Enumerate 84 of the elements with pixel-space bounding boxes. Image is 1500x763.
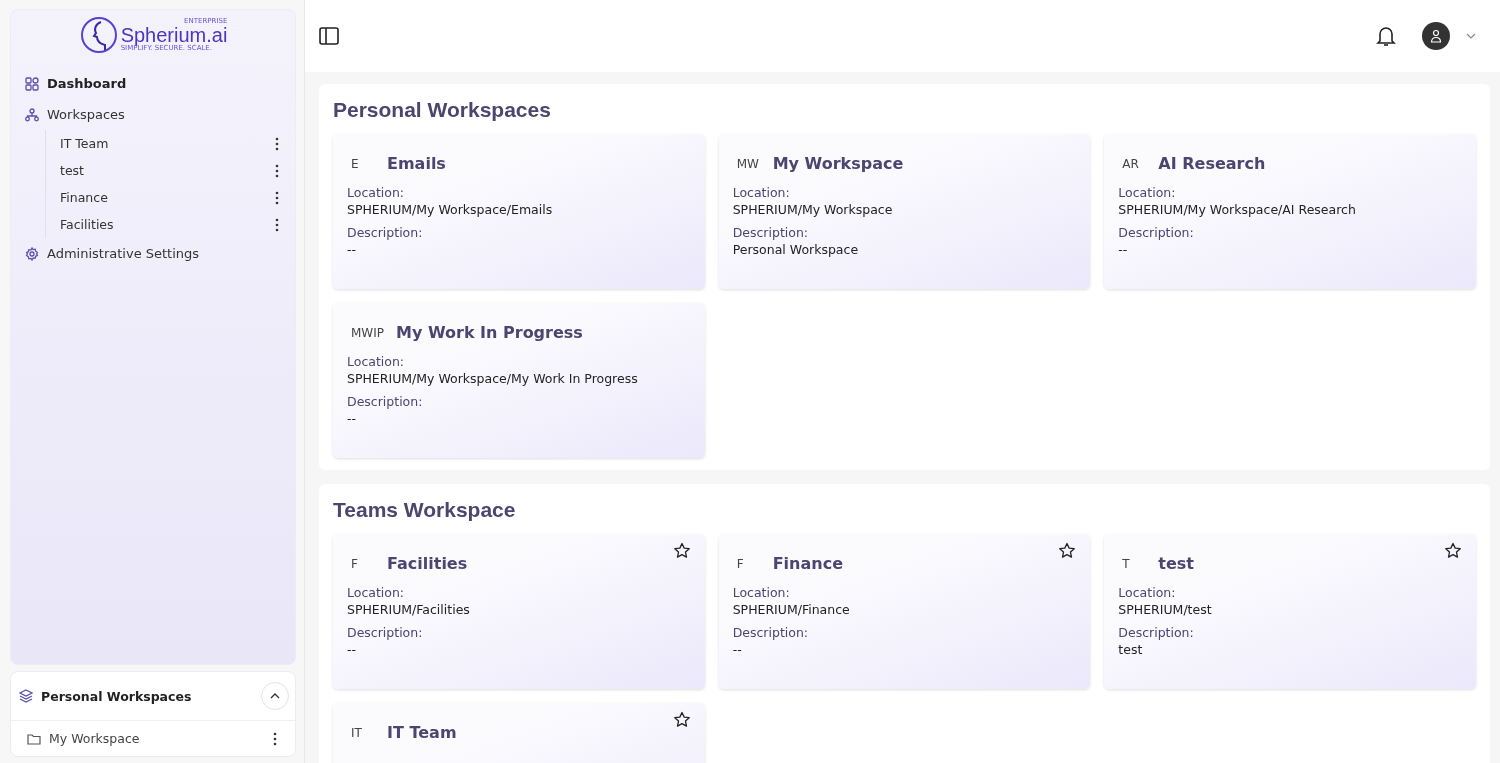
- user-avatar[interactable]: [1422, 22, 1450, 50]
- workspace-item[interactable]: IT Team: [46, 130, 283, 157]
- chevron-up-icon: [270, 693, 280, 699]
- section-title: Teams Workspace: [333, 498, 517, 522]
- description-value: --: [1118, 242, 1129, 257]
- more-options-icon[interactable]: [275, 136, 279, 151]
- star-icon[interactable]: [672, 711, 691, 729]
- workspace-initials: F: [735, 556, 745, 571]
- workspace-card[interactable]: E Emails Location: SPHERIUM/My Workspace/Emails Description: --: [333, 134, 705, 289]
- workspace-initials: E: [350, 156, 360, 171]
- layers-icon: [19, 689, 33, 703]
- panel-title: Personal Workspaces: [41, 688, 193, 704]
- settings-icon: [25, 246, 39, 261]
- description-value: --: [347, 242, 358, 257]
- location-label: Location:: [347, 585, 406, 600]
- location-label: Location:: [732, 585, 791, 600]
- location-value: SPHERIUM/Finance: [732, 602, 851, 617]
- workspace-item[interactable]: test: [46, 157, 283, 184]
- workspace-item[interactable]: Facilities: [46, 211, 283, 238]
- description-value: --: [347, 411, 358, 426]
- more-options-icon[interactable]: [273, 731, 277, 746]
- workspace-card[interactable]: IT IT Team: [333, 703, 705, 763]
- location-value: SPHERIUM/My Workspace/Emails: [347, 202, 554, 217]
- grid-icon: [25, 76, 39, 91]
- workspace-title: Facilities: [387, 554, 468, 573]
- workspace-title: My Workspace: [772, 154, 904, 173]
- star-icon[interactable]: [672, 542, 691, 560]
- folder-icon: [27, 732, 41, 745]
- nav-item[interactable]: Dashboard: [23, 68, 283, 99]
- description-label: Description:: [347, 225, 424, 240]
- more-options-icon[interactable]: [275, 217, 279, 232]
- workspace-title: AI Research: [1158, 154, 1266, 173]
- description-value: --: [732, 642, 743, 657]
- workspace-card[interactable]: F Facilities Location: SPHERIUM/Facilities Description: --: [333, 534, 705, 689]
- head-profile-logo-icon: [78, 16, 119, 54]
- workspace-card[interactable]: MWIP My Work In Progress Location: SPHERIUM/My Workspace/My Work In Progress Description: --: [333, 303, 705, 458]
- location-label: Location:: [347, 354, 406, 369]
- more-options-icon[interactable]: [275, 190, 279, 205]
- workspace-title: IT Team: [387, 723, 457, 742]
- description-label: Description:: [1118, 225, 1195, 240]
- chevron-down-icon[interactable]: [1466, 33, 1476, 39]
- section-title: Personal Workspaces: [333, 98, 552, 122]
- location-value: SPHERIUM/My Workspace/AI Research: [1118, 202, 1357, 217]
- notification-bell-icon[interactable]: [1376, 25, 1396, 47]
- workspace-title: Emails: [387, 154, 446, 173]
- nav-item[interactable]: Workspaces: [23, 99, 283, 130]
- workspace-item[interactable]: My Workspace: [11, 721, 295, 756]
- workspace-title: My Work In Progress: [396, 323, 583, 342]
- workspace-initials: F: [350, 556, 359, 571]
- description-value: --: [347, 642, 358, 657]
- location-label: Location:: [1118, 585, 1177, 600]
- location-value: SPHERIUM/My Workspace/My Work In Progress: [347, 371, 639, 386]
- workspace-card[interactable]: F Finance Location: SPHERIUM/Finance Description: --: [718, 534, 1091, 689]
- location-label: Location:: [347, 185, 406, 200]
- workspace-item[interactable]: Finance: [46, 184, 283, 211]
- description-label: Description:: [732, 225, 810, 240]
- description-label: Description:: [347, 394, 424, 409]
- description-label: Description:: [1118, 625, 1195, 640]
- workspace-initials: IT: [350, 725, 363, 740]
- workspace-initials: MW: [735, 156, 760, 171]
- workspace-initials: MWIP: [350, 325, 384, 340]
- star-icon[interactable]: [1058, 542, 1077, 560]
- nav-item[interactable]: Administrative Settings: [23, 238, 283, 269]
- workspace-initials: AR: [1121, 156, 1140, 171]
- workspace-title: test: [1158, 554, 1194, 573]
- location-value: SPHERIUM/Facilities: [347, 602, 471, 617]
- workspace-title: Finance: [772, 554, 843, 573]
- description-label: Description:: [732, 625, 810, 640]
- star-icon[interactable]: [1444, 542, 1462, 560]
- workspace-card[interactable]: T test Location: SPHERIUM/test Description: test: [1104, 534, 1476, 689]
- sidebar-toggle-icon[interactable]: [319, 27, 339, 45]
- workspace-initials: T: [1121, 556, 1131, 571]
- location-label: Location:: [1118, 185, 1177, 200]
- description-value: Personal Workspace: [732, 242, 860, 257]
- location-value: SPHERIUM/test: [1118, 602, 1213, 617]
- description-label: Description:: [347, 625, 424, 640]
- description-value: test: [1118, 642, 1144, 657]
- workspace-card[interactable]: MW My Workspace Location: SPHERIUM/My Workspace Description: Personal Workspace: [718, 134, 1091, 289]
- hierarchy-icon: [25, 107, 39, 122]
- location-label: Location:: [732, 185, 791, 200]
- logo-name: Spherium.ai: [120, 25, 228, 45]
- workspace-card[interactable]: AR AI Research Location: SPHERIUM/My Workspace/AI Research Description: --: [1104, 134, 1476, 289]
- location-value: SPHERIUM/My Workspace: [732, 202, 894, 217]
- more-options-icon[interactable]: [275, 163, 279, 178]
